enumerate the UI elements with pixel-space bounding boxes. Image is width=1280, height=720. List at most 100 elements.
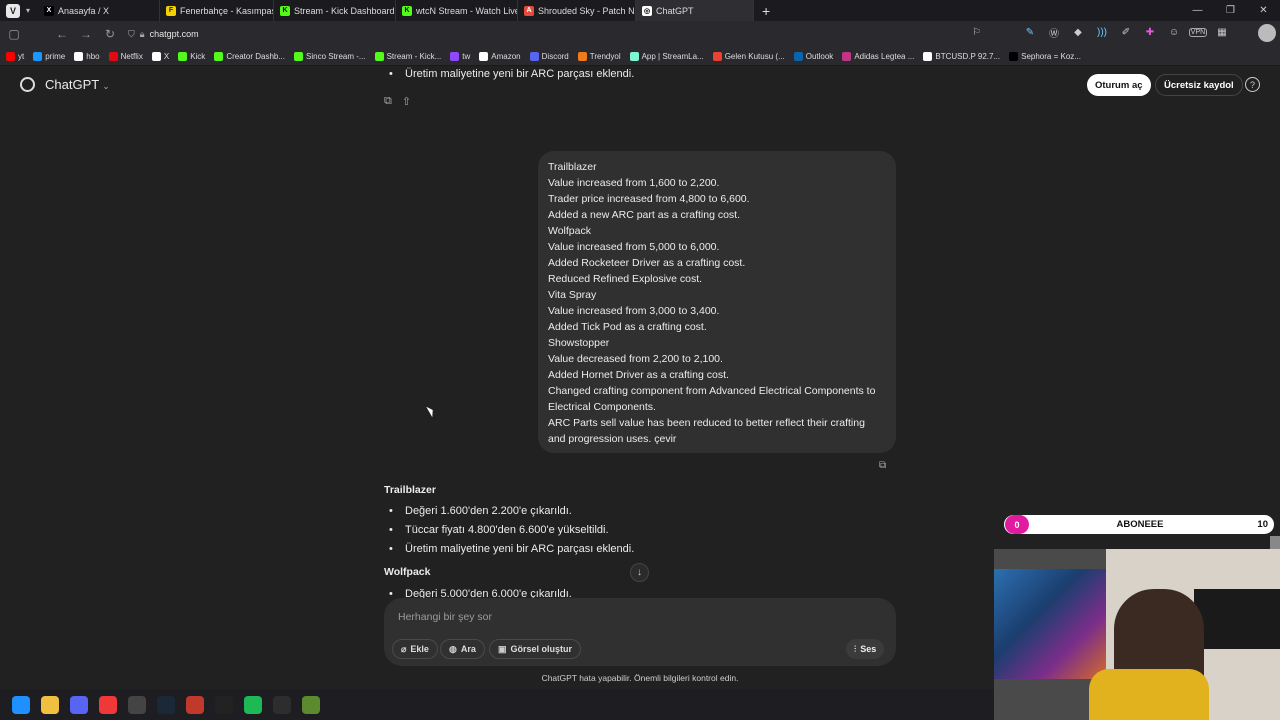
scroll-down-button[interactable]: ↓ <box>630 563 649 582</box>
windows-taskbar <box>0 689 994 720</box>
bookmark-item[interactable]: tw <box>450 51 470 61</box>
attach-button[interactable]: ⌀ Ekle <box>392 639 438 659</box>
steam-icon[interactable] <box>157 695 175 714</box>
attach-label: Ekle <box>410 644 429 654</box>
bookmark-label: Discord <box>541 51 569 61</box>
bookmark-item[interactable]: Sinco Stream -... <box>294 51 366 61</box>
bookmark-item[interactable]: Outlook <box>793 51 833 61</box>
file-explorer-icon[interactable] <box>41 695 59 714</box>
close-icon[interactable]: ✕ <box>1247 5 1280 16</box>
bookmark-label: Adidas Legtea ... <box>854 51 915 61</box>
prime-icon <box>33 51 43 61</box>
tab-kick-dashboard[interactable]: K Stream - Kick Dashboard <box>274 0 397 21</box>
signup-button[interactable]: Ücretsiz kaydol <box>1155 74 1243 96</box>
hbo-icon <box>74 51 84 61</box>
bookmark-item[interactable]: yt <box>6 51 24 61</box>
reload-icon[interactable]: ↻ <box>98 27 122 41</box>
bookmark-label: App | StreamLa... <box>641 51 704 61</box>
twitch-icon <box>450 51 460 61</box>
extensions-grid-icon[interactable]: ▦ <box>1210 27 1234 38</box>
voice-button[interactable]: ⫶ Ses <box>846 639 885 659</box>
waveform-icon: ⫶ <box>854 643 857 654</box>
bookmark-item[interactable]: App | StreamLa... <box>629 51 704 61</box>
epic-games-icon[interactable] <box>215 695 233 714</box>
minimize-icon[interactable]: — <box>1181 5 1214 16</box>
bookmark-item[interactable]: Kick <box>178 51 205 61</box>
create-image-button[interactable]: ▣ Görsel oluştur <box>489 639 582 659</box>
bookmark-label: BTCUSD.P 92.7... <box>935 51 1001 61</box>
spotify-icon[interactable] <box>244 695 262 714</box>
voice-label: Ses <box>860 644 877 654</box>
prompt-input[interactable]: Herhangi bir şey sor <box>398 611 492 623</box>
extension-icon[interactable]: ✎ <box>1018 27 1042 38</box>
extension-icon[interactable]: Ⓦ <box>1042 25 1066 40</box>
scrollbar-thumb[interactable] <box>1270 536 1280 550</box>
kick-icon <box>178 51 188 61</box>
search-button[interactable]: ◍ Ara <box>440 639 485 659</box>
bookmark-item[interactable]: BTCUSD.P 92.7... <box>923 51 1001 61</box>
url-field[interactable]: ⛉ 🔒︎ chatgpt.com <box>128 25 988 43</box>
new-tab-button[interactable]: + <box>762 3 770 19</box>
extension-icon[interactable]: ))) <box>1090 27 1114 38</box>
model-selector[interactable]: ChatGPT ⌄ <box>45 77 110 92</box>
bookmark-item[interactable]: X <box>151 51 169 61</box>
list-item-text: Üretim maliyetine yeni bir ARC parçası e… <box>405 543 635 555</box>
terminal-icon[interactable] <box>273 695 291 714</box>
bookmark-item[interactable]: Trendyol <box>577 51 621 61</box>
vpn-icon[interactable]: VPN <box>1189 28 1207 37</box>
youtube-icon <box>6 51 15 61</box>
bookmark-label: Trendyol <box>589 51 621 61</box>
vivaldi-menu-icon[interactable]: V <box>6 3 20 18</box>
bookmark-item[interactable]: Discord <box>529 51 569 61</box>
list-item-text: Tüccar fiyatı 4.800'den 6.600'e yükselti… <box>405 524 609 536</box>
vivaldi-icon[interactable] <box>99 695 117 714</box>
restore-icon[interactable]: ❐ <box>1214 5 1247 16</box>
game-icon[interactable] <box>186 695 204 714</box>
webcam-shirt <box>1089 669 1209 720</box>
bookmarks-bar: yt prime hbo Netflix X Kick Creator Dashb... Si… <box>0 47 1280 66</box>
minecraft-icon[interactable] <box>302 695 320 714</box>
extension-icon[interactable]: ◆ <box>1066 27 1090 38</box>
bookmark-item[interactable]: Sephora = Koz... <box>1009 51 1081 61</box>
bookmark-icon[interactable]: ⚐ <box>972 27 981 38</box>
login-button[interactable]: Oturum aç <box>1087 74 1151 96</box>
forward-icon[interactable]: → <box>74 27 98 41</box>
bookmark-item[interactable]: hbo <box>74 51 100 61</box>
user-message-line: Wolfpack <box>548 225 591 237</box>
kick-icon <box>374 51 384 61</box>
discord-icon[interactable] <box>70 695 88 714</box>
profile-avatar[interactable] <box>1258 24 1276 42</box>
panel-toggle-icon[interactable]: ▢ <box>2 27 26 41</box>
chevron-down-icon[interactable]: ▾ <box>26 6 30 15</box>
bookmark-item[interactable]: Stream - Kick... <box>374 51 441 61</box>
bookmark-item[interactable]: Gelen Kutusu (... <box>712 51 785 61</box>
bookmark-label: Netflix <box>120 51 143 61</box>
tab-patch-notes[interactable]: A Shrouded Sky - Patch Note <box>518 0 637 21</box>
extension-icon[interactable]: ☺ <box>1162 27 1186 38</box>
bookmark-item[interactable]: Amazon <box>479 51 521 61</box>
bookmark-item[interactable]: Adidas Legtea ... <box>842 51 915 61</box>
browser-tab-strip: V ▾ X Anasayfa / X F Fenerbahçe - Kasımp… <box>0 0 1280 21</box>
extension-icon[interactable]: ✚ <box>1138 27 1162 38</box>
tab-x[interactable]: X Anasayfa / X <box>38 0 161 21</box>
copy-icon[interactable]: ⧉ <box>879 460 886 471</box>
bookmark-item[interactable]: Netflix <box>108 51 143 61</box>
windows-start-icon[interactable] <box>12 695 30 714</box>
tab-fenerbahce[interactable]: F Fenerbahçe - Kasımpaşa M <box>160 0 275 21</box>
user-message-line: Changed crafting component from Advanced… <box>548 385 876 397</box>
list-item: Üretim maliyetine yeni bir ARC parçası e… <box>389 543 634 555</box>
tab-label: ChatGPT <box>656 5 694 16</box>
image-label: Görsel oluştur <box>510 644 573 654</box>
paperclip-icon: ⌀ <box>401 643 407 654</box>
tab-chatgpt[interactable]: ◎ ChatGPT <box>636 0 755 21</box>
kick-icon <box>294 51 304 61</box>
obs-icon[interactable] <box>128 695 146 714</box>
bookmark-label: Sephora = Koz... <box>1021 51 1081 61</box>
bookmark-item[interactable]: Creator Dashb... <box>214 51 285 61</box>
extension-icon[interactable]: ✐ <box>1114 27 1138 38</box>
tab-kick-watch[interactable]: K wtcN Stream - Watch Live c <box>396 0 519 21</box>
help-icon[interactable]: ? <box>1245 77 1260 92</box>
back-icon[interactable]: ← <box>50 27 74 41</box>
user-message-line: Trailblazer <box>548 161 597 173</box>
bookmark-item[interactable]: prime <box>33 51 65 61</box>
